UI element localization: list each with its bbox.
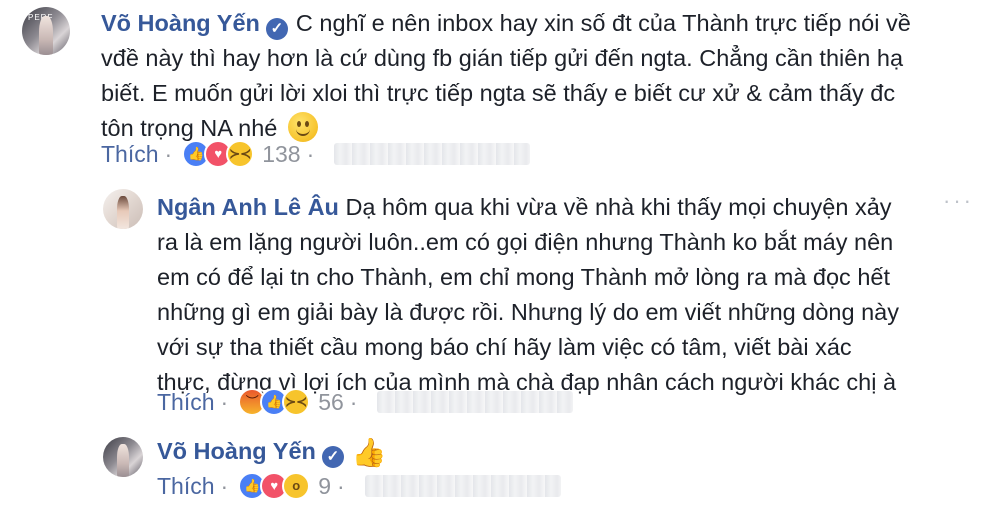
comment-text: C nghĩ e nên inbox hay xin số đt của Thà… xyxy=(295,10,911,36)
comment-line: Võ Hoàng Yến ✓ C nghĩ e nên inbox hay xin … xyxy=(101,6,991,41)
separator-dot: · xyxy=(220,389,229,415)
avatar[interactable] xyxy=(103,189,143,229)
comment-text: ra là em lặng người luôn..em có gọi điện… xyxy=(157,229,894,255)
verified-badge-icon: ✓ xyxy=(321,446,344,468)
author-name[interactable]: Võ Hoàng Yến xyxy=(101,10,260,36)
blurred-timestamp xyxy=(364,475,561,497)
wow-reaction-icon: o xyxy=(282,472,311,500)
separator-dot: · xyxy=(306,141,315,167)
blurred-timestamp xyxy=(377,391,574,413)
haha-reaction-icon: ≻≺ xyxy=(282,388,311,416)
haha-reaction-icon: ≻≺ xyxy=(226,140,255,168)
separator-dot: · xyxy=(349,389,358,415)
smile-emoji-icon xyxy=(287,112,318,142)
avatar[interactable]: PERF xyxy=(22,7,70,55)
reactions-summary[interactable]: 👍 ♥ o xyxy=(238,472,311,500)
comment-text: với sự tha thiết cầu mong báo chí hãy là… xyxy=(157,334,852,360)
comment-text: vđề này thì hay hơn là cứ dùng fb gián t… xyxy=(101,45,904,71)
comment-text: Dạ hôm qua khi vừa về nhà khi thấy mọi c… xyxy=(345,194,892,220)
like-button[interactable]: Thích xyxy=(101,139,159,169)
comment-text: tôn trọng NA nhé xyxy=(101,115,278,141)
separator-dot: · xyxy=(337,473,345,499)
comment-line: Võ Hoàng Yến ✓ 👍 xyxy=(157,434,937,469)
comment-actions: Thích · ︶ 👍 ≻≺ 56 · xyxy=(157,387,574,417)
like-button[interactable]: Thích xyxy=(157,387,215,417)
more-options-icon[interactable]: ··· xyxy=(943,188,974,214)
comment-text: em có để lại tn cho Thành, em chỉ mong T… xyxy=(157,264,890,290)
comment-actions: Thích · 👍 ♥ ≻≺ 138 · xyxy=(101,139,531,169)
reactions-summary[interactable]: 👍 ♥ ≻≺ xyxy=(182,140,255,168)
avatar-figure xyxy=(38,15,54,55)
like-button[interactable]: Thích xyxy=(157,471,215,501)
comment-text: những gì em giải bày là được rồi. Nhưng … xyxy=(157,299,899,325)
reaction-count[interactable]: 56 xyxy=(318,387,344,417)
author-name[interactable]: Võ Hoàng Yến xyxy=(157,438,316,464)
separator-dot: · xyxy=(220,473,229,499)
reply-body: Ngân Anh Lê Âu Dạ hôm qua khi vừa về nhà… xyxy=(157,190,937,400)
avatar[interactable] xyxy=(103,437,143,477)
comment-line: Ngân Anh Lê Âu Dạ hôm qua khi vừa về nhà… xyxy=(157,190,937,225)
separator-dot: · xyxy=(164,141,173,167)
author-name[interactable]: Ngân Anh Lê Âu xyxy=(157,194,339,220)
comment-text: biết. E muốn gửi lời xloi thì trực tiếp … xyxy=(101,80,896,106)
avatar-figure xyxy=(117,444,129,477)
comment-body: Võ Hoàng Yến ✓ C nghĩ e nên inbox hay xin … xyxy=(101,6,991,146)
reaction-count[interactable]: 138 xyxy=(262,139,300,169)
verified-badge-icon: ✓ xyxy=(265,18,288,40)
reply-body: Võ Hoàng Yến ✓ 👍 xyxy=(157,434,937,469)
comment-actions: Thích · 👍 ♥ o 9 · xyxy=(157,471,561,501)
reactions-summary[interactable]: ︶ 👍 ≻≺ xyxy=(238,388,311,416)
thumbs-up-emoji-icon: 👍 xyxy=(351,437,387,468)
avatar-figure xyxy=(117,196,129,229)
blurred-timestamp xyxy=(334,143,531,165)
reaction-count[interactable]: 9 xyxy=(318,471,331,501)
